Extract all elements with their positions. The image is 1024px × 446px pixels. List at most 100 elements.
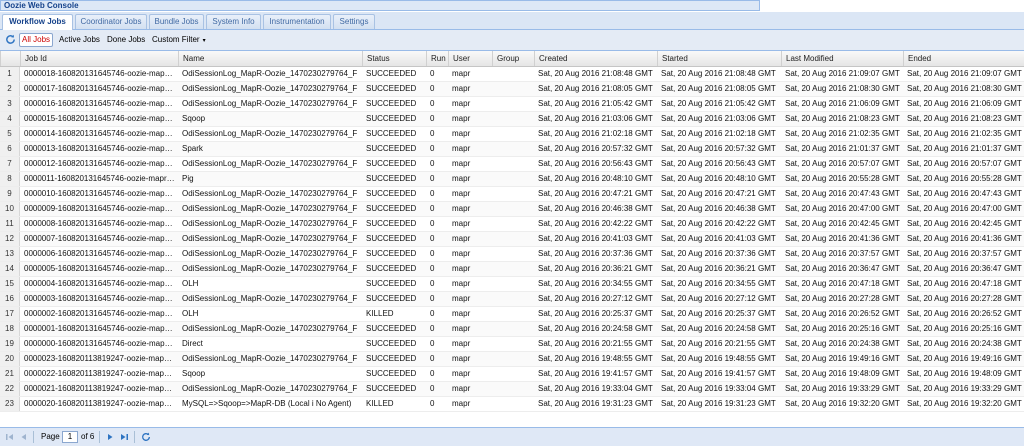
column-header-group[interactable]: Group bbox=[492, 51, 534, 66]
tab-settings[interactable]: Settings bbox=[333, 14, 375, 29]
cell-row-number: 19 bbox=[0, 337, 20, 351]
cell-last-modified: Sat, 20 Aug 2016 20:37:57 GMT bbox=[785, 249, 900, 258]
cell-job-id: 0000015-160820131645746-oozie-map… bbox=[24, 114, 173, 123]
column-header-last-modified[interactable]: Last Modified bbox=[781, 51, 903, 66]
cell-group bbox=[492, 127, 534, 141]
table-row[interactable]: 10 0000009-160820131645746-oozie-map… OdiS… bbox=[0, 202, 1024, 217]
column-header-run[interactable]: Run bbox=[426, 51, 448, 66]
table-row[interactable]: 17 0000002-160820131645746-oozie-map… OLH K… bbox=[0, 307, 1024, 322]
cell-row-number: 13 bbox=[0, 247, 20, 261]
cell-created: Sat, 20 Aug 2016 20:25:37 GMT bbox=[538, 309, 653, 318]
table-row[interactable]: 11 0000008-160820131645746-oozie-map… OdiS… bbox=[0, 217, 1024, 232]
cell-user: mapr bbox=[452, 129, 471, 138]
cell-created: Sat, 20 Aug 2016 20:37:36 GMT bbox=[538, 249, 653, 258]
cell-last-modified: Sat, 20 Aug 2016 21:08:23 GMT bbox=[785, 114, 900, 123]
tab-system-info[interactable]: System Info bbox=[206, 14, 261, 29]
page-number-input[interactable] bbox=[62, 431, 78, 443]
cell-group bbox=[492, 157, 534, 171]
custom-filter-button[interactable]: Custom Filter ▾ bbox=[150, 34, 208, 46]
cell-user: mapr bbox=[452, 84, 471, 93]
cell-created: Sat, 20 Aug 2016 19:33:04 GMT bbox=[538, 384, 653, 393]
chevron-down-icon: ▾ bbox=[202, 38, 206, 44]
tab-workflow-jobs[interactable]: Workflow Jobs bbox=[2, 14, 73, 30]
cell-status: SUCCEEDED bbox=[366, 234, 417, 243]
table-row[interactable]: 20 0000023-160820113819247-oozie-map… OdiS… bbox=[0, 352, 1024, 367]
cell-run: 0 bbox=[430, 324, 435, 333]
cell-last-modified: Sat, 20 Aug 2016 20:26:52 GMT bbox=[785, 309, 900, 318]
cell-run: 0 bbox=[430, 294, 435, 303]
next-page-icon[interactable] bbox=[105, 432, 115, 442]
cell-row-number: 12 bbox=[0, 232, 20, 246]
table-row[interactable]: 9 0000010-160820131645746-oozie-map… OdiSe… bbox=[0, 187, 1024, 202]
cell-name: Sqoop bbox=[182, 369, 206, 378]
table-row[interactable]: 14 0000005-160820131645746-oozie-map… OdiS… bbox=[0, 262, 1024, 277]
cell-user: mapr bbox=[452, 369, 471, 378]
column-header-started[interactable]: Started bbox=[657, 51, 781, 66]
all-jobs-button[interactable]: All Jobs bbox=[19, 33, 54, 47]
table-row[interactable]: 6 0000013-160820131645746-oozie-map… Spark… bbox=[0, 142, 1024, 157]
table-row[interactable]: 3 0000016-160820131645746-oozie-map… OdiSe… bbox=[0, 97, 1024, 112]
table-row[interactable]: 8 0000011-160820131645746-oozie-mapr… Pig S… bbox=[0, 172, 1024, 187]
cell-row-number: 15 bbox=[0, 277, 20, 291]
cell-last-modified: Sat, 20 Aug 2016 20:27:28 GMT bbox=[785, 294, 900, 303]
cell-user: mapr bbox=[452, 234, 471, 243]
cell-created: Sat, 20 Aug 2016 20:36:21 GMT bbox=[538, 264, 653, 273]
cell-job-id: 0000011-160820131645746-oozie-mapr… bbox=[24, 174, 175, 183]
cell-started: Sat, 20 Aug 2016 19:33:04 GMT bbox=[661, 384, 776, 393]
tab-instrumentation[interactable]: Instrumentation bbox=[263, 14, 331, 29]
prev-page-icon[interactable] bbox=[19, 432, 29, 442]
cell-user: mapr bbox=[452, 189, 471, 198]
pager-separator bbox=[33, 431, 34, 443]
refresh-icon[interactable] bbox=[141, 432, 151, 442]
done-jobs-button[interactable]: Done Jobs bbox=[105, 34, 147, 46]
cell-job-id: 0000005-160820131645746-oozie-map… bbox=[24, 264, 173, 273]
cell-ended: Sat, 20 Aug 2016 19:33:29 GMT bbox=[907, 384, 1022, 393]
cell-group bbox=[492, 352, 534, 366]
table-row[interactable]: 4 0000015-160820131645746-oozie-map… Sqoop… bbox=[0, 112, 1024, 127]
active-jobs-button[interactable]: Active Jobs bbox=[57, 34, 102, 46]
column-header-user[interactable]: User bbox=[448, 51, 492, 66]
column-header-ended[interactable]: Ended bbox=[903, 51, 1024, 66]
cell-group bbox=[492, 82, 534, 96]
column-header-name[interactable]: Name bbox=[178, 51, 362, 66]
tab-coordinator-jobs[interactable]: Coordinator Jobs bbox=[75, 14, 147, 29]
refresh-icon[interactable] bbox=[5, 34, 16, 45]
cell-group bbox=[492, 277, 534, 291]
table-row[interactable]: 22 0000021-160820113819247-oozie-map… OdiS… bbox=[0, 382, 1024, 397]
cell-status: SUCCEEDED bbox=[366, 294, 417, 303]
cell-status: SUCCEEDED bbox=[366, 174, 417, 183]
table-row[interactable]: 21 0000022-160820113819247-oozie-map… Sqoo… bbox=[0, 367, 1024, 382]
table-row[interactable]: 2 0000017-160820131645746-oozie-map… OdiSe… bbox=[0, 82, 1024, 97]
table-row[interactable]: 18 0000001-160820131645746-oozie-map… OdiS… bbox=[0, 322, 1024, 337]
column-header-created[interactable]: Created bbox=[534, 51, 657, 66]
table-row[interactable]: 23 0000020-160820113819247-oozie-map… MySQ… bbox=[0, 397, 1024, 412]
table-row[interactable]: 5 0000014-160820131645746-oozie-map… OdiSe… bbox=[0, 127, 1024, 142]
table-row[interactable]: 19 0000000-160820131645746-oozie-map… Dire… bbox=[0, 337, 1024, 352]
table-row[interactable]: 13 0000006-160820131645746-oozie-map… OdiS… bbox=[0, 247, 1024, 262]
column-header-status[interactable]: Status bbox=[362, 51, 426, 66]
cell-last-modified: Sat, 20 Aug 2016 20:47:00 GMT bbox=[785, 204, 900, 213]
cell-user: mapr bbox=[452, 99, 471, 108]
table-row[interactable]: 15 0000004-160820131645746-oozie-map… OLH S… bbox=[0, 277, 1024, 292]
cell-job-id: 0000020-160820113819247-oozie-map… bbox=[24, 399, 172, 408]
cell-started: Sat, 20 Aug 2016 20:47:21 GMT bbox=[661, 189, 776, 198]
cell-started: Sat, 20 Aug 2016 20:37:36 GMT bbox=[661, 249, 776, 258]
cell-status: SUCCEEDED bbox=[366, 159, 417, 168]
cell-run: 0 bbox=[430, 264, 435, 273]
cell-name: OdiSessionLog_MapR-Oozie_1470230279764_F bbox=[182, 249, 358, 258]
table-row[interactable]: 16 0000003-160820131645746-oozie-map… OdiS… bbox=[0, 292, 1024, 307]
first-page-icon[interactable] bbox=[5, 432, 15, 442]
cell-last-modified: Sat, 20 Aug 2016 20:55:28 GMT bbox=[785, 174, 900, 183]
tab-bundle-jobs[interactable]: Bundle Jobs bbox=[149, 14, 204, 29]
cell-row-number: 11 bbox=[0, 217, 20, 231]
last-page-icon[interactable] bbox=[119, 432, 129, 442]
cell-started: Sat, 20 Aug 2016 21:03:06 GMT bbox=[661, 114, 776, 123]
cell-group bbox=[492, 97, 534, 111]
cell-group bbox=[492, 187, 534, 201]
cell-status: SUCCEEDED bbox=[366, 339, 417, 348]
table-row[interactable]: 12 0000007-160820131645746-oozie-map… OdiS… bbox=[0, 232, 1024, 247]
table-row[interactable]: 7 0000012-160820131645746-oozie-map… OdiSe… bbox=[0, 157, 1024, 172]
table-row[interactable]: 1 0000018-160820131645746-oozie-map… OdiSe… bbox=[0, 67, 1024, 82]
cell-status: SUCCEEDED bbox=[366, 249, 417, 258]
column-header-job-id[interactable]: Job Id bbox=[20, 51, 178, 66]
